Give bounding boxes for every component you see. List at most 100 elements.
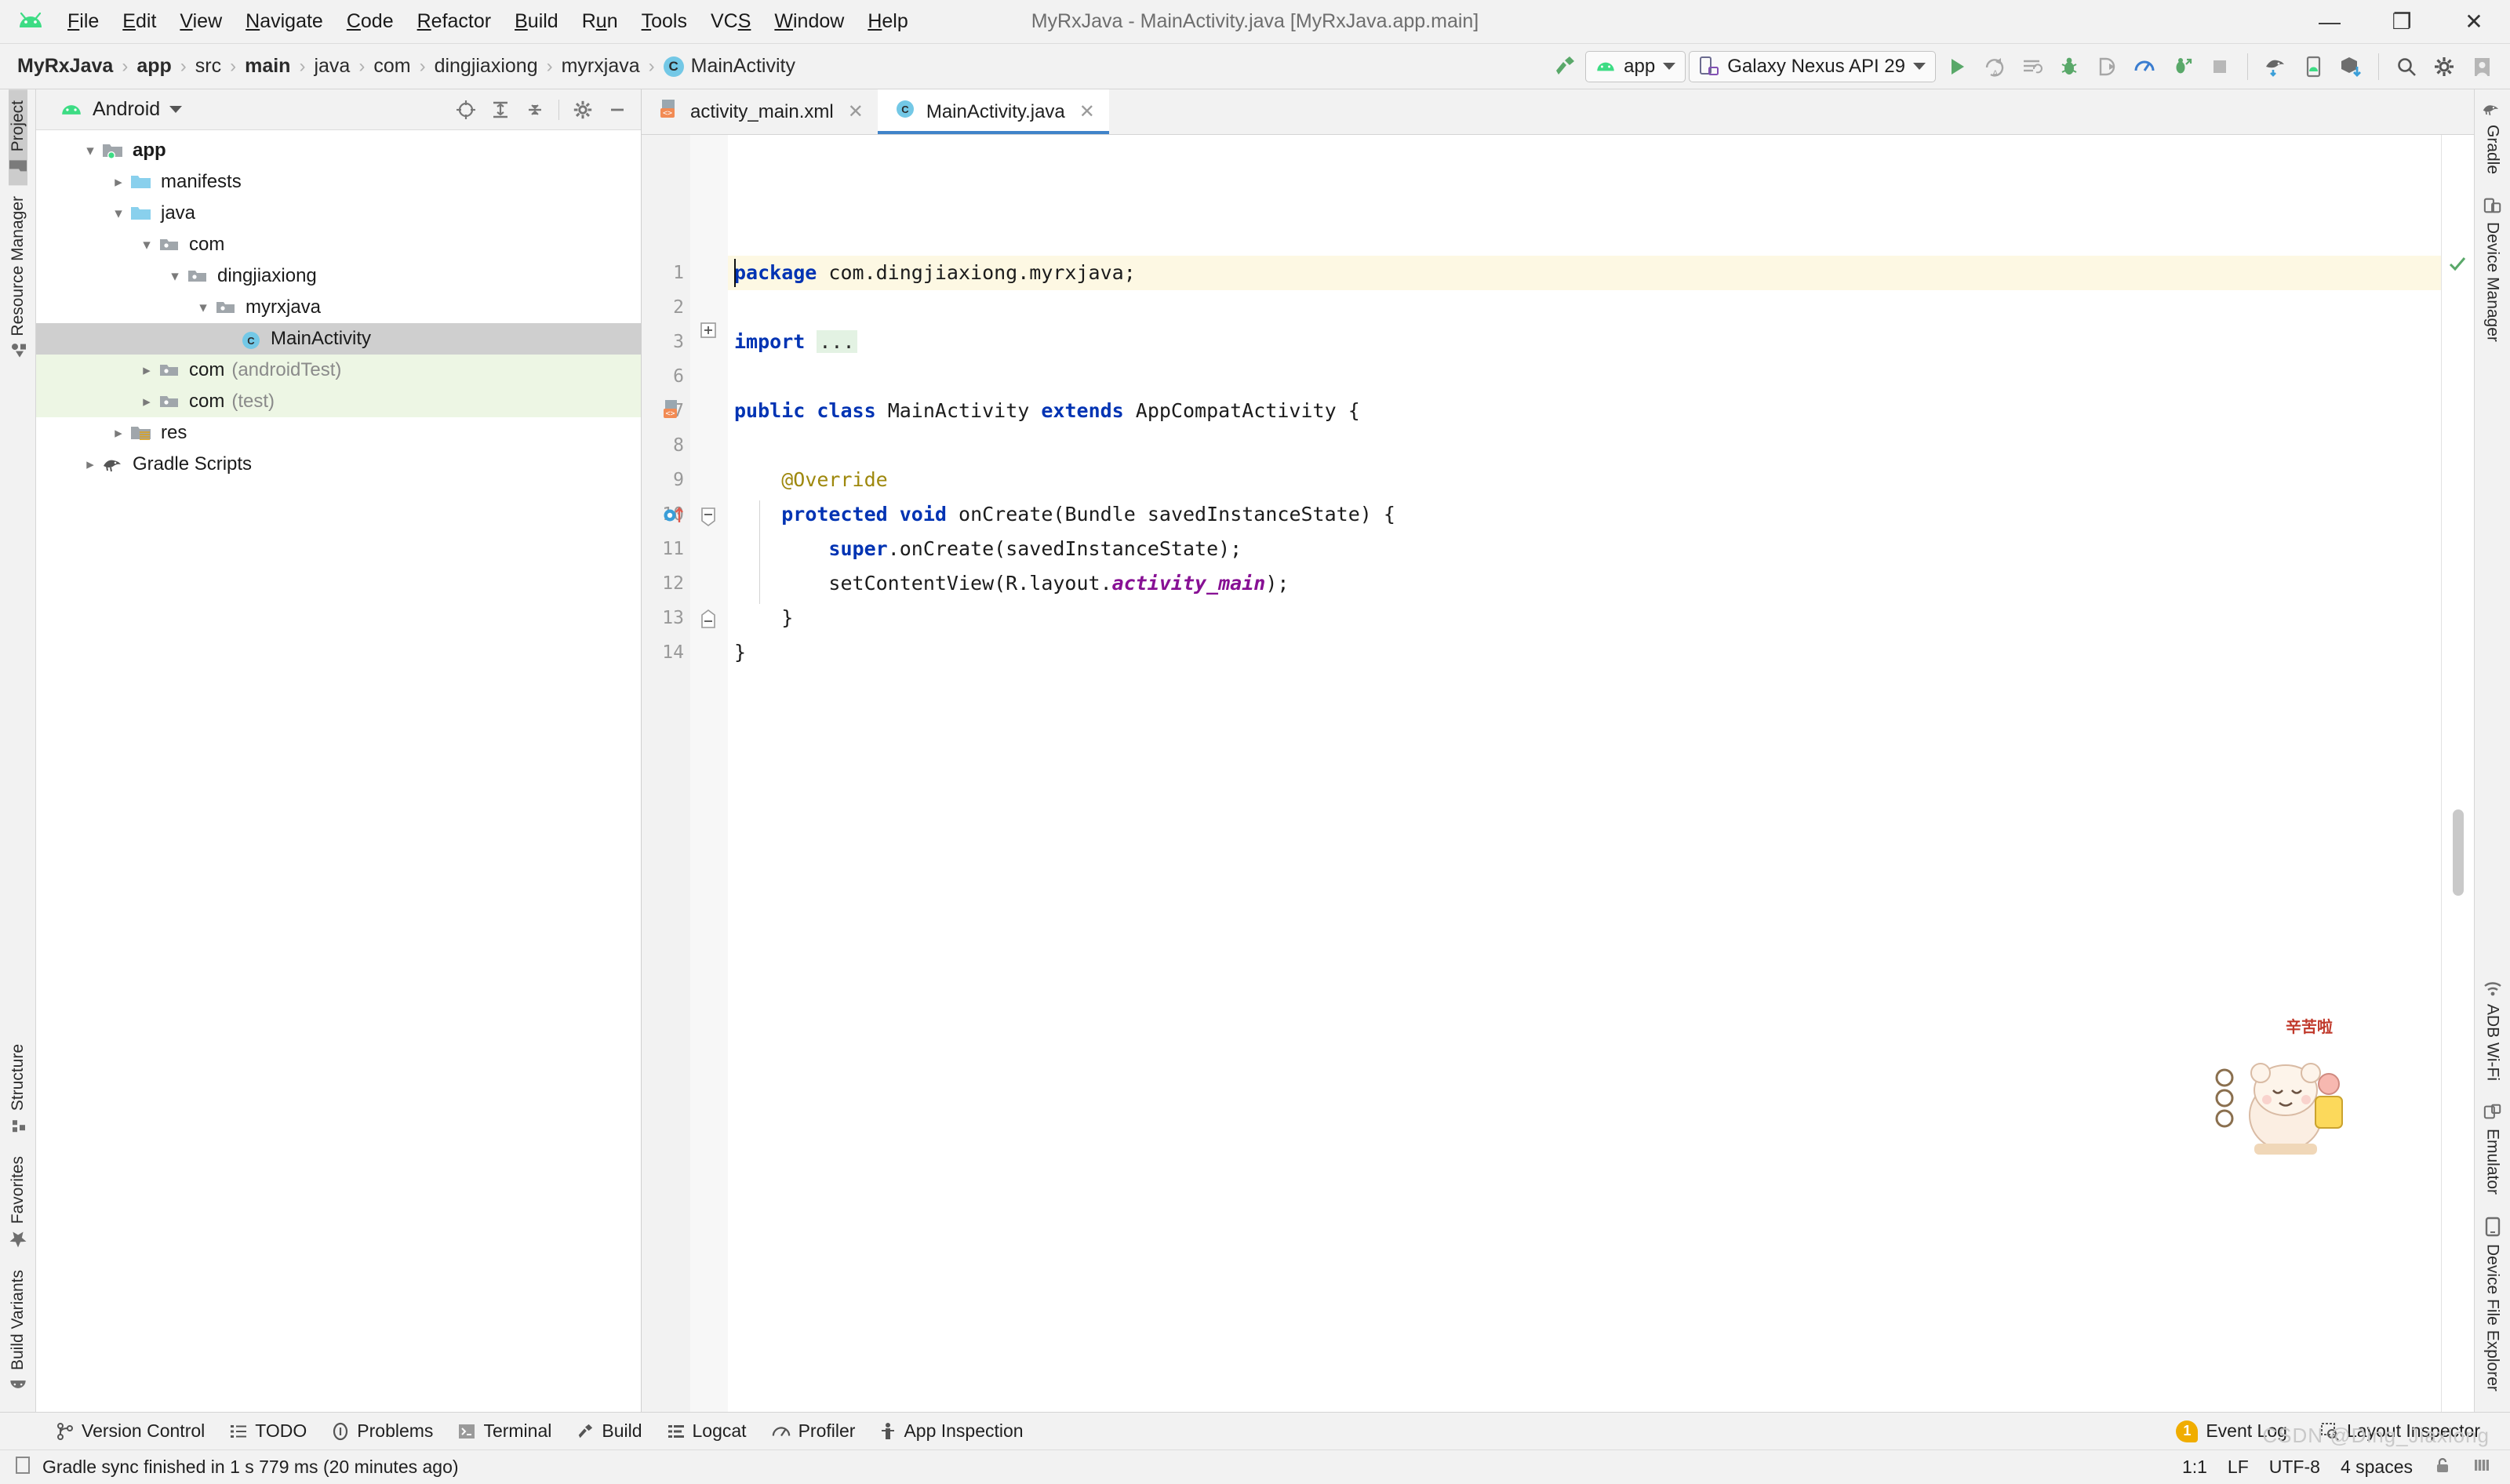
expand-all-icon[interactable]: [485, 94, 516, 125]
line-separator[interactable]: LF: [2228, 1457, 2249, 1478]
collapse-all-icon[interactable]: [519, 94, 551, 125]
close-icon[interactable]: ✕: [1079, 100, 1095, 123]
indent-setting[interactable]: 4 spaces: [2341, 1457, 2413, 1478]
target-icon[interactable]: [450, 94, 482, 125]
chevron-down-icon[interactable]: ▾: [135, 236, 158, 254]
menu-file[interactable]: FFileile: [56, 5, 110, 38]
coverage-icon[interactable]: [2014, 49, 2049, 84]
tree-item-app[interactable]: ▾ app: [36, 135, 641, 166]
menu-navigate[interactable]: Navigate: [235, 5, 334, 38]
hammer-icon[interactable]: [1548, 49, 1582, 84]
minimize-icon[interactable]: [602, 94, 633, 125]
fold-collapse-icon[interactable]: [700, 507, 717, 531]
tree-item-res[interactable]: ▸ res: [36, 417, 641, 449]
lock-icon[interactable]: [2433, 1456, 2452, 1479]
tree-item-manifests[interactable]: ▸ manifests: [36, 166, 641, 198]
bottom-tab-todo[interactable]: TODO: [217, 1416, 319, 1446]
minimize-button[interactable]: —: [2294, 0, 2366, 44]
chevron-down-icon[interactable]: ▾: [107, 205, 130, 223]
tree-item-com-androidtest[interactable]: ▸ com (androidTest): [36, 355, 641, 386]
sidebar-item-resource-manager[interactable]: Resource Manager: [9, 185, 27, 370]
breadcrumb-item-3[interactable]: main: [245, 55, 290, 78]
bottom-tab-event-log[interactable]: 1 Event Log: [2163, 1416, 2300, 1447]
code-editor[interactable]: 1 2 3 6 7 8 9 10 11 12 13 14 <>: [642, 135, 2474, 1412]
avatar-icon[interactable]: [2465, 49, 2499, 84]
check-icon[interactable]: [2446, 253, 2468, 278]
sidebar-item-adb-wifi[interactable]: ADB Wi-Fi: [2483, 969, 2503, 1092]
chevron-right-icon[interactable]: ▸: [107, 173, 130, 191]
breadcrumb-item-6[interactable]: dingjiaxiong: [435, 55, 538, 78]
sidebar-item-device-manager[interactable]: Device Manager: [2483, 185, 2503, 353]
bottom-tab-terminal[interactable]: Terminal: [446, 1416, 564, 1446]
chevron-down-icon[interactable]: ▾: [163, 267, 187, 286]
chevron-down-icon[interactable]: ▾: [78, 142, 102, 160]
tree-item-dingjiaxiong[interactable]: ▾ dingjiaxiong: [36, 260, 641, 292]
sidebar-item-device-file-explorer[interactable]: Device File Explorer: [2483, 1206, 2502, 1402]
chevron-right-icon[interactable]: ▸: [135, 393, 158, 411]
bottom-tab-profiler[interactable]: Profiler: [759, 1416, 868, 1446]
bottom-tab-version-control[interactable]: Version Control: [44, 1416, 217, 1446]
fold-expand-icon[interactable]: [700, 322, 717, 343]
maximize-button[interactable]: ❐: [2366, 0, 2438, 44]
editor-scrollbar-thumb[interactable]: [2453, 809, 2464, 896]
avd-manager-icon[interactable]: [2296, 49, 2330, 84]
menu-window[interactable]: Window: [763, 5, 855, 38]
debug-attach-icon[interactable]: [2165, 49, 2199, 84]
breadcrumb-item-2[interactable]: src: [195, 55, 221, 78]
apply-changes-icon[interactable]: A: [1977, 49, 2011, 84]
inspection-gutter[interactable]: [2441, 135, 2474, 1412]
memory-icon[interactable]: [2472, 1456, 2491, 1479]
breadcrumb-item-4[interactable]: java: [314, 55, 350, 78]
menu-edit[interactable]: Edit: [111, 5, 167, 38]
fold-end-icon[interactable]: [700, 609, 717, 633]
search-icon[interactable]: [2389, 49, 2424, 84]
bug-icon[interactable]: [2052, 49, 2086, 84]
chevron-right-icon[interactable]: ▸: [78, 456, 102, 474]
menu-help[interactable]: Help: [857, 5, 919, 38]
editor-tab-activity-main-xml[interactable]: <> activity_main.xml ✕: [642, 89, 878, 134]
chevron-down-icon[interactable]: ▾: [191, 299, 215, 317]
sidebar-item-gradle[interactable]: Gradle: [2482, 89, 2504, 185]
menu-build[interactable]: Build: [504, 5, 569, 38]
bottom-tab-build[interactable]: Build: [564, 1416, 654, 1446]
breadcrumb-item-0[interactable]: MyRxJava: [17, 55, 113, 78]
override-method-gutter-icon[interactable]: [662, 504, 686, 527]
breadcrumb-item-5[interactable]: com: [373, 55, 410, 78]
close-button[interactable]: ✕: [2438, 0, 2510, 44]
gradle-sync-icon[interactable]: [2258, 49, 2293, 84]
tree-item-myrxjava[interactable]: ▾ myrxjava: [36, 292, 641, 323]
breadcrumb-item-7[interactable]: myrxjava: [562, 55, 640, 78]
bottom-tab-layout-inspector[interactable]: Layout Inspector: [2308, 1416, 2493, 1446]
menu-code[interactable]: Code: [336, 5, 405, 38]
project-view-selector[interactable]: Android: [60, 98, 183, 121]
sidebar-item-favorites[interactable]: Favorites: [9, 1145, 27, 1259]
bottom-tab-problems[interactable]: Problems: [319, 1416, 446, 1446]
sidebar-item-build-variants[interactable]: Build Variants: [8, 1259, 28, 1402]
gear-icon[interactable]: [567, 94, 598, 125]
profiler-icon[interactable]: [2127, 49, 2162, 84]
menu-tools[interactable]: Tools: [631, 5, 698, 38]
editor-tab-mainactivity-java[interactable]: C MainActivity.java ✕: [877, 89, 1109, 134]
bottom-tab-logcat[interactable]: Logcat: [655, 1416, 759, 1446]
sdk-manager-icon[interactable]: [2334, 49, 2368, 84]
xml-layout-gutter-icon[interactable]: <>: [660, 398, 684, 422]
device-selector[interactable]: Galaxy Nexus API 29: [1689, 50, 1936, 82]
menu-refactor[interactable]: Refactor: [406, 5, 503, 38]
play-icon[interactable]: [1939, 49, 1973, 84]
tree-item-mainactivity[interactable]: C MainActivity: [36, 323, 641, 355]
breadcrumb-item-1[interactable]: app: [136, 55, 171, 78]
sidebar-item-emulator[interactable]: Emulator: [2483, 1092, 2503, 1206]
menu-view[interactable]: View: [169, 5, 233, 38]
tree-item-java[interactable]: ▾ java: [36, 198, 641, 229]
file-encoding[interactable]: UTF-8: [2269, 1457, 2320, 1478]
tree-item-com-test[interactable]: ▸ com (test): [36, 386, 641, 417]
sidebar-item-structure[interactable]: Structure: [9, 1033, 27, 1144]
stop-icon[interactable]: [2203, 49, 2237, 84]
menu-vcs[interactable]: VCS: [700, 5, 762, 38]
sidebar-item-project[interactable]: Project: [8, 89, 27, 186]
breadcrumb-item-class[interactable]: C MainActivity: [663, 55, 795, 78]
caret-position[interactable]: 1:1: [2182, 1457, 2207, 1478]
bottom-tab-app-inspection[interactable]: App Inspection: [868, 1416, 1035, 1446]
code-lines[interactable]: package com.dingjiaxiong.myrxjava; impor…: [728, 135, 2441, 1412]
attach-debugger-icon[interactable]: [2090, 49, 2124, 84]
